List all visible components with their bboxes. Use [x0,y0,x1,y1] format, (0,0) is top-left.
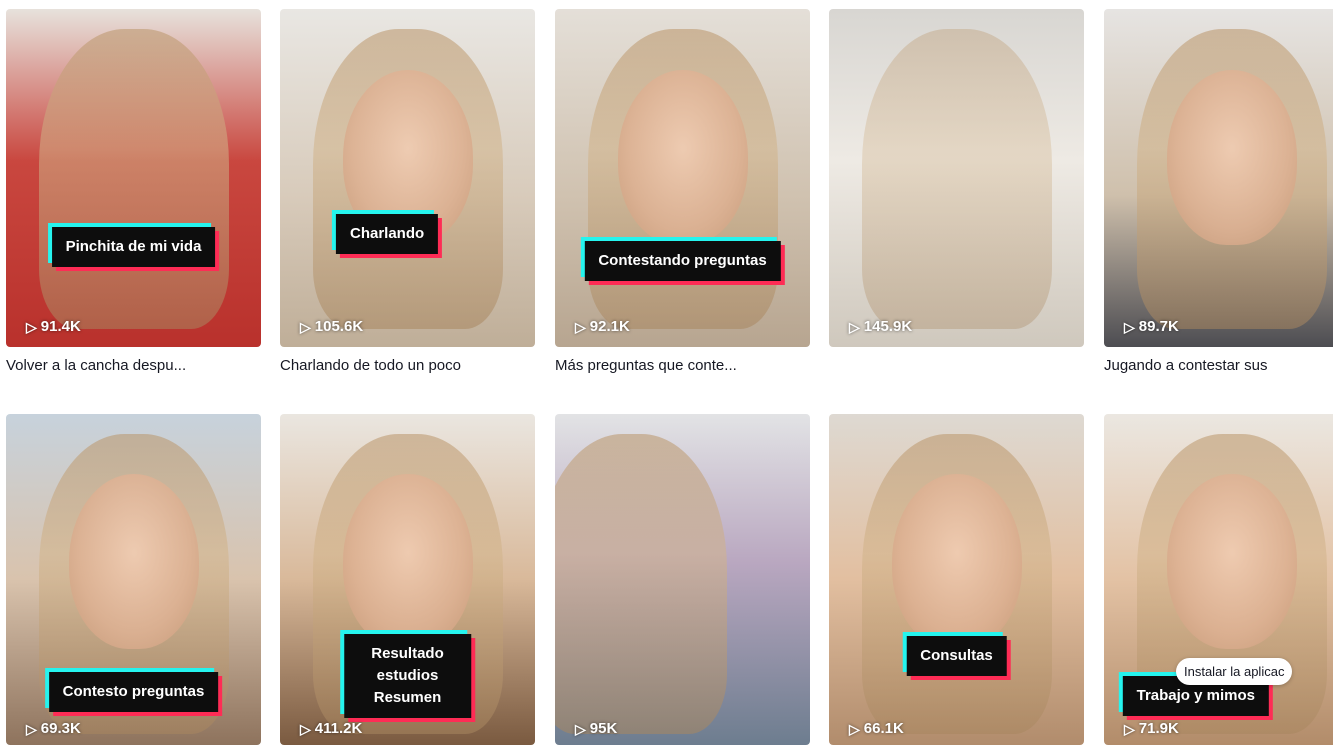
video-description[interactable]: Charlando de todo un poco [280,357,530,374]
view-count: ▷ 95K [575,720,617,737]
caption-sticker: Contestando preguntas [584,241,781,281]
thumbnail-face [1166,473,1297,649]
video-card[interactable]: Consultas ▷ 66.1K [829,414,1084,745]
video-card[interactable]: ▷ 89.7K Jugando a contestar sus [1104,9,1333,374]
thumbnail-person [555,433,727,734]
caption-sticker: Consultas [906,636,1007,676]
video-card[interactable]: ▷ 95K [555,414,810,745]
view-count: ▷ 411.2K [300,720,362,737]
video-card[interactable]: ▷ 145.9K [829,9,1084,357]
play-icon: ▷ [300,318,311,335]
view-count-value: 91.4K [40,318,81,335]
view-count-value: 71.9K [1138,720,1179,737]
play-icon: ▷ [575,720,586,737]
view-count-value: 95K [589,720,618,737]
thumbnail-face [1166,69,1297,245]
video-card[interactable]: Contesto preguntas ▷ 69.3K [6,414,261,745]
video-thumbnail[interactable]: ▷ 95K [555,414,810,745]
video-thumbnail[interactable]: Consultas ▷ 66.1K [829,414,1084,745]
view-count-value: 411.2K [314,720,363,737]
play-icon: ▷ [300,720,311,737]
thumbnail-person [861,29,1052,330]
caption-sticker: Contesto preguntas [48,672,219,712]
view-count-value: 89.7K [1138,318,1179,335]
view-count-value: 105.6K [314,318,364,335]
video-description[interactable]: Volver a la cancha despu... [6,357,256,374]
view-count-value: 92.1K [589,318,630,335]
play-icon: ▷ [575,318,586,335]
caption-sticker: Charlando [336,214,439,254]
play-icon: ▷ [849,318,860,335]
thumbnail-face [68,473,199,649]
video-card[interactable]: Contestando preguntas ▷ 92.1K Más pregunt… [555,9,810,374]
view-count: ▷ 66.1K [849,720,904,737]
video-card[interactable]: Pinchita de mi vida ▷ 91.4K Volver a la c… [6,9,261,374]
video-thumbnail[interactable]: ▷ 145.9K [829,9,1084,347]
view-count: ▷ 105.6K [300,318,363,335]
thumbnail-face [891,473,1022,649]
video-description[interactable]: Más preguntas que conte... [555,357,805,374]
video-thumbnail[interactable]: Contestando preguntas ▷ 92.1K [555,9,810,347]
thumbnail-face [617,69,748,245]
view-count: ▷ 145.9K [849,318,912,335]
view-count: ▷ 89.7K [1124,318,1179,335]
view-count: ▷ 92.1K [575,318,630,335]
thumbnail-face [342,473,473,649]
caption-sticker: Resultado estudios Resumen [343,634,472,718]
video-thumbnail[interactable]: Charlando ▷ 105.6K [280,9,535,347]
play-icon: ▷ [26,720,37,737]
view-count: ▷ 69.3K [26,720,81,737]
video-grid: Pinchita de mi vida ▷ 91.4K Volver a la c… [0,0,1333,745]
install-app-tooltip[interactable]: Instalar la aplicac [1176,658,1293,685]
view-count-value: 145.9K [863,318,913,335]
view-count-value: 69.3K [40,720,81,737]
video-card[interactable]: Trabajo y mimos ▷ 71.9K [1104,414,1333,745]
play-icon: ▷ [26,318,37,335]
video-thumbnail[interactable]: Contesto preguntas ▷ 69.3K [6,414,261,745]
play-icon: ▷ [1124,720,1135,737]
video-card[interactable]: Resultado estudios Resumen ▷ 411.2K [280,414,535,745]
view-count: ▷ 71.9K [1124,720,1179,737]
video-thumbnail[interactable]: Pinchita de mi vida ▷ 91.4K [6,9,261,347]
video-thumbnail[interactable]: Resultado estudios Resumen ▷ 411.2K [280,414,535,745]
view-count-value: 66.1K [863,720,904,737]
video-thumbnail[interactable]: Trabajo y mimos ▷ 71.9K [1104,414,1333,745]
thumbnail-person [38,29,229,330]
play-icon: ▷ [1124,318,1135,335]
play-icon: ▷ [849,720,860,737]
video-card[interactable]: Charlando ▷ 105.6K Charlando de todo un p… [280,9,535,374]
view-count: ▷ 91.4K [26,318,81,335]
caption-sticker: Pinchita de mi vida [51,227,216,267]
video-description[interactable]: Jugando a contestar sus [1104,357,1329,374]
video-thumbnail[interactable]: ▷ 89.7K [1104,9,1333,347]
